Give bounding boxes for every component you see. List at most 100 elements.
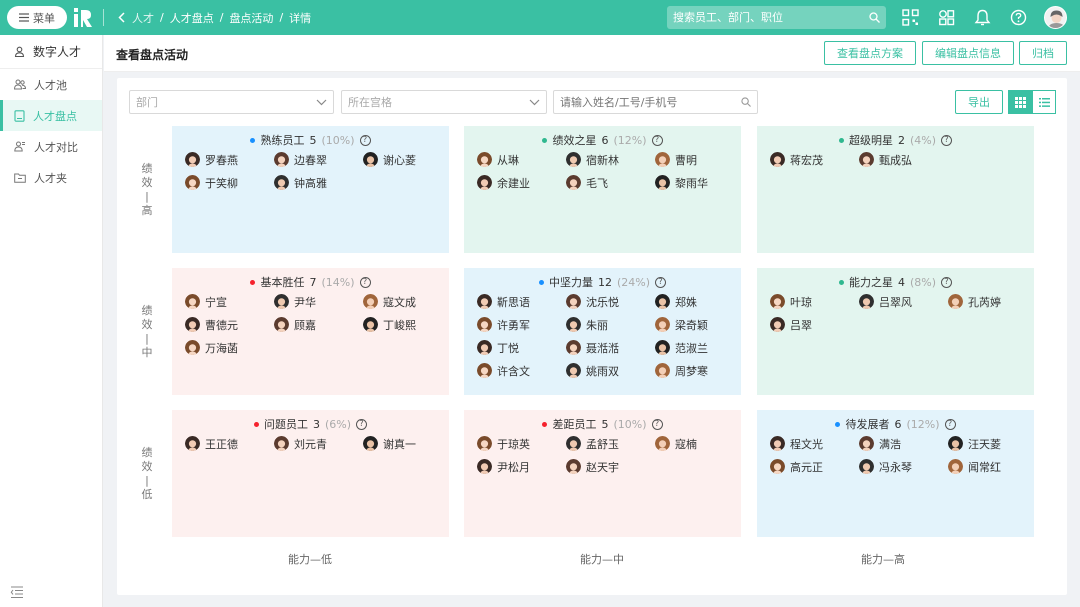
grid-cell[interactable]: 基本胜任 7 (14%)? 宁宣 尹华 寇文成 曹德元 顾嘉 丁峻熙 万海菡 — [172, 268, 449, 395]
grid-cell[interactable]: 待发展者 6 (12%)? 程文光 满浩 汪天菱 高元正 冯永琴 闻常红 — [757, 410, 1034, 537]
employee-item[interactable]: 叶琼 — [770, 294, 859, 309]
help-icon[interactable]: ? — [655, 276, 667, 288]
employee-item[interactable]: 高元正 — [770, 459, 859, 474]
employee-item[interactable]: 甄成弘 — [859, 152, 948, 167]
employee-item[interactable]: 于琼英 — [477, 436, 566, 451]
employee-item[interactable]: 汪天菱 — [948, 436, 1034, 451]
employee-item[interactable]: 赵天宇 — [566, 459, 655, 474]
help-icon[interactable]: ? — [651, 134, 663, 146]
avatar — [655, 175, 670, 190]
grid-cell[interactable]: 绩效之星 6 (12%)? 从琳 宿新林 曹明 余建业 毛飞 黎雨华 — [464, 126, 741, 253]
employee-item[interactable]: 许含文 — [477, 363, 566, 378]
sidebar-item-talent-folder[interactable]: 人才夹 — [0, 162, 102, 193]
employee-item[interactable]: 谢心菱 — [363, 152, 449, 167]
employee-item[interactable]: 闻常红 — [948, 459, 1034, 474]
grid-cell[interactable]: 超级明星 2 (4%)? 蒋宏茂 甄成弘 — [757, 126, 1034, 253]
sidebar-item-talent-review[interactable]: 人才盘点 — [0, 100, 102, 131]
app-logo[interactable] — [74, 8, 96, 27]
employee-item[interactable]: 朱丽 — [566, 317, 655, 332]
employee-item[interactable]: 于笑柳 — [185, 175, 274, 190]
employee-item[interactable]: 黎雨华 — [655, 175, 741, 190]
employee-item[interactable]: 聂湉湉 — [566, 340, 655, 355]
employee-item[interactable]: 靳思语 — [477, 294, 566, 309]
employee-item[interactable]: 边春翠 — [274, 152, 363, 167]
breadcrumb-item-activity[interactable]: 盘点活动 — [229, 10, 273, 26]
employee-item[interactable]: 宿新林 — [566, 152, 655, 167]
employee-item[interactable]: 宁宣 — [185, 294, 274, 309]
employee-item[interactable]: 刘元青 — [274, 436, 363, 451]
employee-item[interactable]: 冯永琴 — [859, 459, 948, 474]
employee-item[interactable]: 谢真一 — [363, 436, 449, 451]
breadcrumb-item-review[interactable]: 人才盘点 — [170, 10, 214, 26]
help-icon[interactable] — [1010, 9, 1027, 26]
employee-name: 丁峻熙 — [383, 318, 416, 332]
bell-icon[interactable] — [974, 9, 991, 26]
employee-item[interactable]: 从琳 — [477, 152, 566, 167]
apps-icon[interactable] — [938, 9, 955, 26]
help-icon[interactable]: ? — [941, 276, 953, 288]
grid-cell[interactable]: 能力之星 4 (8%)? 叶琼 吕翠风 孔芮婷 吕翠 — [757, 268, 1034, 395]
employee-item[interactable]: 姚雨双 — [566, 363, 655, 378]
help-icon[interactable]: ? — [651, 418, 663, 430]
export-button[interactable]: 导出 — [955, 90, 1003, 114]
department-select[interactable]: 部门 — [129, 90, 334, 114]
employee-item[interactable]: 顾嘉 — [274, 317, 363, 332]
employee-item[interactable]: 周梦寒 — [655, 363, 741, 378]
employee-item[interactable]: 毛飞 — [566, 175, 655, 190]
menu-button[interactable]: 菜单 — [7, 6, 67, 29]
employee-item[interactable]: 丁悦 — [477, 340, 566, 355]
employee-item[interactable]: 寇楠 — [655, 436, 741, 451]
employee-item[interactable]: 沈乐悦 — [566, 294, 655, 309]
employee-item[interactable]: 吕翠风 — [859, 294, 948, 309]
qrcode-icon[interactable] — [902, 9, 919, 26]
back-chevron-icon[interactable] — [118, 12, 126, 23]
user-avatar[interactable] — [1044, 6, 1067, 29]
help-icon[interactable]: ? — [944, 418, 956, 430]
employee-item[interactable]: 寇文成 — [363, 294, 449, 309]
sidebar-item-talent-compare[interactable]: 人才对比 — [0, 131, 102, 162]
grid-position-select[interactable]: 所在宫格 — [341, 90, 547, 114]
help-icon[interactable]: ? — [356, 418, 368, 430]
grid-cell[interactable]: 问题员工 3 (6%)? 王正德 刘元青 谢真一 — [172, 410, 449, 537]
grid-cell[interactable]: 差距员工 5 (10%)? 于琼英 孟舒玉 寇楠 尹松月 赵天宇 — [464, 410, 741, 537]
employee-item[interactable]: 罗春燕 — [185, 152, 274, 167]
help-icon[interactable]: ? — [359, 134, 371, 146]
employee-item[interactable]: 郑姝 — [655, 294, 741, 309]
sidebar-title[interactable]: 数字人才 — [0, 35, 102, 69]
employee-item[interactable]: 蒋宏茂 — [770, 152, 859, 167]
grid-view-toggle[interactable] — [1008, 90, 1032, 114]
avatar — [859, 436, 874, 451]
employee-item[interactable]: 余建业 — [477, 175, 566, 190]
employee-item[interactable]: 万海菡 — [185, 340, 274, 355]
employee-item[interactable]: 丁峻熙 — [363, 317, 449, 332]
archive-button[interactable]: 归档 — [1019, 41, 1067, 65]
employee-item[interactable]: 程文光 — [770, 436, 859, 451]
employee-item[interactable]: 尹华 — [274, 294, 363, 309]
grid-cell[interactable]: 中坚力量 12 (24%)? 靳思语 沈乐悦 郑姝 许勇军 朱丽 梁奇颖 丁悦 聂湉湉 范淑兰 许含文 姚… — [464, 268, 741, 395]
collapse-sidebar-icon[interactable] — [10, 585, 24, 599]
employee-item[interactable]: 王正德 — [185, 436, 274, 451]
employee-item[interactable]: 满浩 — [859, 436, 948, 451]
employee-item[interactable]: 梁奇颖 — [655, 317, 741, 332]
employee-item[interactable]: 曹明 — [655, 152, 741, 167]
search-icon[interactable] — [741, 97, 751, 107]
employee-item[interactable]: 曹德元 — [185, 317, 274, 332]
edit-info-button[interactable]: 编辑盘点信息 — [922, 41, 1014, 65]
grid-cell[interactable]: 熟练员工 5 (10%)? 罗春燕 边春翠 谢心菱 于笑柳 钟高雅 — [172, 126, 449, 253]
employee-item[interactable]: 孟舒玉 — [566, 436, 655, 451]
employee-search-input[interactable] — [560, 95, 735, 109]
employee-item[interactable]: 尹松月 — [477, 459, 566, 474]
employee-item[interactable]: 孔芮婷 — [948, 294, 1034, 309]
view-plan-button[interactable]: 查看盘点方案 — [824, 41, 916, 65]
sidebar-item-talent-pool[interactable]: 人才池 — [0, 69, 102, 100]
employee-item[interactable]: 许勇军 — [477, 317, 566, 332]
employee-item[interactable]: 吕翠 — [770, 317, 859, 332]
global-search-input[interactable] — [673, 11, 853, 24]
list-view-toggle[interactable] — [1032, 90, 1056, 114]
help-icon[interactable]: ? — [359, 276, 371, 288]
employee-item[interactable]: 钟高雅 — [274, 175, 363, 190]
search-icon[interactable] — [869, 12, 880, 23]
employee-item[interactable]: 范淑兰 — [655, 340, 741, 355]
help-icon[interactable]: ? — [941, 134, 953, 146]
breadcrumb-item-talent[interactable]: 人才 — [132, 10, 154, 26]
